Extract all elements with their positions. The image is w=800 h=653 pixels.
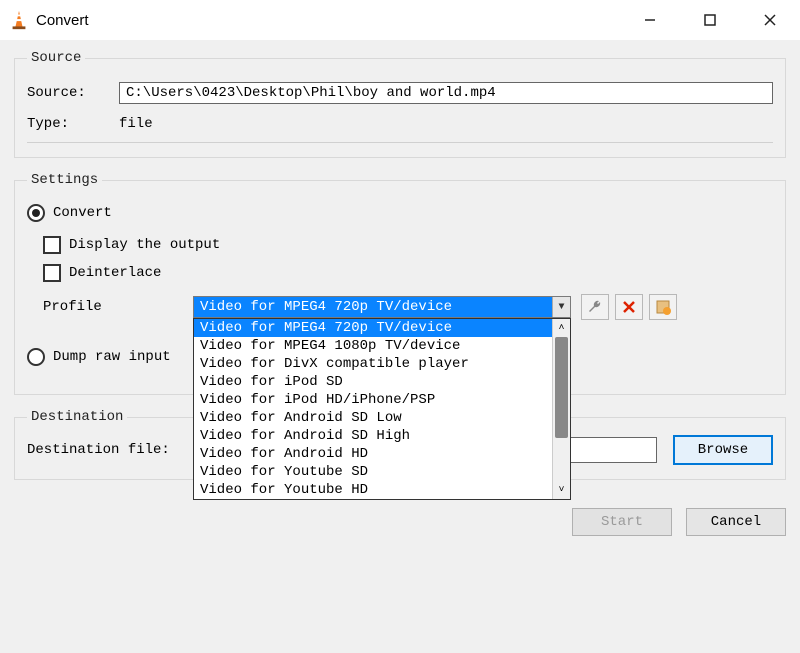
profile-option[interactable]: Video for Youtube HD [194, 481, 552, 499]
convert-radio[interactable]: Convert [27, 204, 773, 222]
scroll-down-icon[interactable]: ˅ [553, 481, 570, 499]
convert-label: Convert [53, 205, 112, 221]
delete-profile-button[interactable] [615, 294, 643, 320]
start-button[interactable]: Start [572, 508, 672, 536]
profile-selected: Video for MPEG4 720p TV/device [194, 297, 552, 317]
titlebar: Convert [0, 0, 800, 40]
profile-option[interactable]: Video for MPEG4 720p TV/device [194, 319, 552, 337]
profile-option[interactable]: Video for DivX compatible player [194, 355, 552, 373]
window-title: Convert [36, 12, 89, 29]
source-legend: Source [27, 50, 85, 66]
browse-button[interactable]: Browse [673, 435, 773, 465]
x-icon [622, 300, 636, 314]
checkbox-icon [43, 236, 61, 254]
radio-unchecked-icon [27, 348, 45, 366]
profile-label: Profile [43, 299, 193, 315]
divider [27, 142, 773, 143]
scroll-up-icon[interactable]: ˄ [553, 319, 570, 337]
close-button[interactable] [740, 0, 800, 40]
type-label: Type: [27, 116, 119, 132]
profile-option[interactable]: Video for Android HD [194, 445, 552, 463]
destination-file-label: Destination file: [27, 442, 207, 458]
dropdown-scrollbar[interactable]: ˄ ˅ [552, 319, 570, 499]
wrench-icon [587, 299, 603, 315]
profile-option[interactable]: Video for Android SD High [194, 427, 552, 445]
profile-option[interactable]: Video for MPEG4 1080p TV/device [194, 337, 552, 355]
type-value: file [119, 116, 153, 132]
radio-checked-icon [27, 204, 45, 222]
settings-legend: Settings [27, 172, 102, 188]
display-output-label: Display the output [69, 237, 220, 253]
source-label: Source: [27, 85, 119, 101]
destination-legend: Destination [27, 409, 127, 425]
checkbox-icon [43, 264, 61, 282]
deinterlace-checkbox[interactable]: Deinterlace [43, 264, 773, 282]
cancel-button[interactable]: Cancel [686, 508, 786, 536]
profile-option[interactable]: Video for iPod SD [194, 373, 552, 391]
profile-option[interactable]: Video for Youtube SD [194, 463, 552, 481]
source-input[interactable] [119, 82, 773, 104]
profile-option[interactable]: Video for iPod HD/iPhone/PSP [194, 391, 552, 409]
profile-option[interactable]: Video for Android SD Low [194, 409, 552, 427]
dump-raw-label: Dump raw input [53, 349, 171, 365]
scrollbar-thumb[interactable] [555, 337, 568, 438]
maximize-button[interactable] [680, 0, 740, 40]
profile-combobox[interactable]: Video for MPEG4 720p TV/device ▼ [193, 296, 571, 318]
vlc-cone-icon [8, 9, 30, 31]
new-profile-icon [655, 299, 671, 315]
source-group: Source Source: Type: file [14, 50, 786, 158]
minimize-button[interactable] [620, 0, 680, 40]
edit-profile-button[interactable] [581, 294, 609, 320]
profile-dropdown-list[interactable]: Video for MPEG4 720p TV/deviceVideo for … [193, 318, 571, 500]
deinterlace-label: Deinterlace [69, 265, 161, 281]
new-profile-button[interactable] [649, 294, 677, 320]
display-output-checkbox[interactable]: Display the output [43, 236, 773, 254]
chevron-down-icon: ▼ [552, 297, 570, 317]
